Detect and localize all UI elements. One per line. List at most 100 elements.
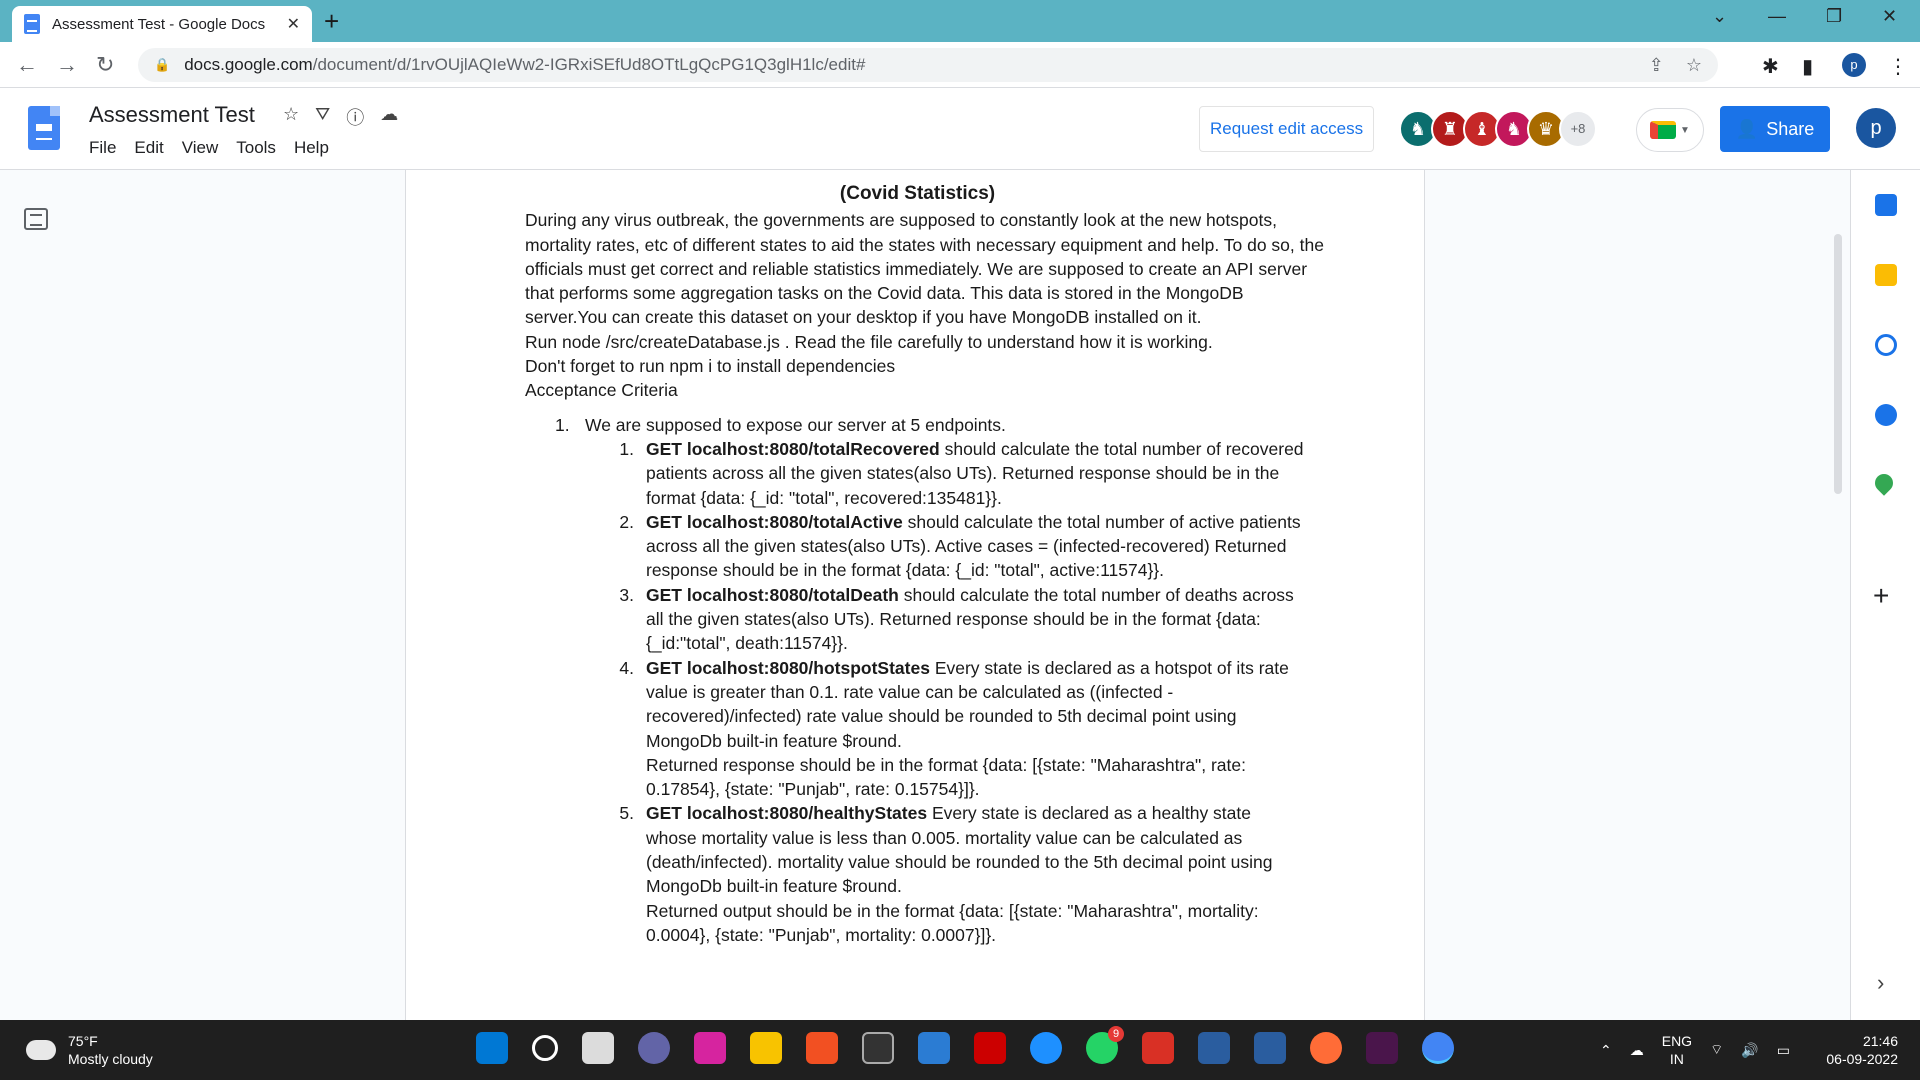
date: 06-09-2022	[1826, 1051, 1898, 1067]
clock[interactable]: 21:46 06-09-2022	[1818, 1032, 1898, 1068]
account-avatar[interactable]: p	[1856, 108, 1896, 148]
document-outline-icon[interactable]	[24, 208, 48, 230]
battery-icon[interactable]: ▭	[1777, 1042, 1790, 1059]
list-number: 4.	[619, 657, 634, 678]
chevron-right-icon[interactable]: ›	[1877, 970, 1884, 996]
tab-search-icon[interactable]: ⌄	[1712, 6, 1727, 27]
extensions-icon[interactable]: ✱	[1762, 54, 1779, 79]
endpoint-route: GET localhost:8080/totalActive	[646, 511, 903, 532]
endpoint-route: GET localhost:8080/totalRecovered	[646, 438, 940, 459]
omnibox[interactable]: 🔒 docs.google.com/document/d/1rvOUjlAQIe…	[138, 48, 1718, 82]
taskbar-apps: 9	[476, 1026, 1454, 1064]
region-code: IN	[1669, 1051, 1684, 1067]
endpoint-description: GET localhost:8080/totalActive should ca…	[646, 510, 1306, 583]
lock-icon[interactable]: 🔒	[154, 57, 170, 73]
star-icon[interactable]: ☆	[283, 104, 299, 130]
chrome-profile-avatar[interactable]: p	[1842, 53, 1866, 77]
document-title[interactable]: Assessment Test	[89, 102, 255, 128]
browser-tab[interactable]: Assessment Test - Google Docs ✕	[12, 6, 312, 42]
tab-close-button[interactable]: ✕	[287, 14, 300, 34]
vscode-alt-icon[interactable]	[1254, 1032, 1286, 1064]
mcafee-icon[interactable]	[974, 1032, 1006, 1064]
reload-icon[interactable]: ↻	[96, 52, 114, 78]
endpoint-route: GET localhost:8080/totalDeath	[646, 584, 899, 605]
close-window-icon[interactable]: ✕	[1882, 6, 1897, 27]
move-to-drive-icon[interactable]: ⛛	[315, 104, 330, 130]
endpoint-item: 1. GET localhost:8080/totalRecovered sho…	[614, 437, 1325, 510]
side-panel: + ›	[1850, 170, 1920, 1020]
endpoint-item: 5. GET localhost:8080/healthyStates Ever…	[614, 801, 1325, 947]
menu-edit[interactable]: Edit	[134, 138, 163, 158]
add-addon-icon[interactable]: +	[1873, 580, 1889, 612]
slack-icon[interactable]	[1366, 1032, 1398, 1064]
meet-button[interactable]: ▼	[1636, 108, 1704, 152]
forward-icon[interactable]: →	[56, 52, 78, 78]
terminal-icon[interactable]	[862, 1032, 894, 1064]
request-edit-access-button[interactable]: Request edit access	[1199, 106, 1375, 152]
back-icon[interactable]: ←	[16, 52, 38, 78]
chevron-up-icon[interactable]: ⌃	[1600, 1042, 1612, 1059]
wifi-icon[interactable]: ⌔	[1710, 1041, 1723, 1059]
keep-icon[interactable]	[1875, 264, 1897, 286]
file-explorer-icon[interactable]	[750, 1032, 782, 1064]
weather-condition: Mostly cloudy	[68, 1051, 153, 1067]
tasks-icon[interactable]	[1875, 334, 1897, 356]
search-icon[interactable]	[532, 1035, 558, 1061]
people-icon: 👤	[1735, 118, 1759, 139]
calendar-icon[interactable]	[1875, 194, 1897, 216]
cloud-saved-icon[interactable]: ☁	[380, 104, 398, 130]
temperature: 75°F	[68, 1033, 98, 1049]
help-icon[interactable]	[1030, 1032, 1062, 1064]
more-collaborators-badge[interactable]: +8	[1559, 110, 1597, 148]
task-view-icon[interactable]	[582, 1032, 614, 1064]
weather-widget[interactable]: 75°F Mostly cloudy	[22, 1032, 153, 1068]
maps-icon[interactable]	[1871, 470, 1897, 496]
share-label: Share	[1766, 118, 1815, 139]
acceptance-criteria-label: Acceptance Criteria	[525, 380, 678, 401]
minimize-icon[interactable]: —	[1768, 6, 1786, 27]
share-button[interactable]: 👤 Share	[1720, 106, 1830, 152]
vertical-scrollbar[interactable]	[1834, 234, 1842, 494]
notepad-icon[interactable]	[918, 1032, 950, 1064]
postman-icon[interactable]	[1310, 1032, 1342, 1064]
start-icon[interactable]	[476, 1032, 508, 1064]
contacts-icon[interactable]	[1875, 404, 1897, 426]
document-page[interactable]: (Covid Statistics) During any virus outb…	[405, 170, 1425, 1020]
new-tab-button[interactable]: +	[324, 8, 339, 34]
teams-icon[interactable]	[638, 1032, 670, 1064]
list-item-text: We are supposed to expose our server at …	[585, 414, 1006, 435]
onedrive-icon[interactable]: ☁	[1630, 1042, 1644, 1059]
store-icon[interactable]	[806, 1032, 838, 1064]
document-details-icon[interactable]: ⓘ	[346, 104, 364, 130]
collaborator-avatars: ♞ ♜ ♝ ♞ ♛ +8	[1399, 110, 1597, 148]
url-text[interactable]: docs.google.com/document/d/1rvOUjlAQIeWw…	[184, 55, 1627, 75]
menu-tools[interactable]: Tools	[236, 138, 276, 158]
language-indicator[interactable]: ENG IN	[1662, 1032, 1692, 1068]
docs-logo-icon[interactable]	[28, 106, 60, 150]
instagram-icon[interactable]	[694, 1032, 726, 1064]
gmail-icon[interactable]	[1142, 1032, 1174, 1064]
volume-icon[interactable]: 🔊	[1741, 1042, 1758, 1059]
endpoint-item: 2. GET localhost:8080/totalActive should…	[614, 510, 1325, 583]
endpoint-item: 4. GET localhost:8080/hotspotStates Ever…	[614, 656, 1325, 802]
menu-file[interactable]: File	[89, 138, 116, 158]
menu-help[interactable]: Help	[294, 138, 329, 158]
endpoint-description: GET localhost:8080/healthyStates Every s…	[646, 801, 1306, 947]
docs-header: Assessment Test ☆ ⛛ ⓘ ☁ File Edit View T…	[0, 88, 1920, 170]
restore-icon[interactable]: ❐	[1826, 6, 1842, 27]
share-page-icon[interactable]: ⇪	[1649, 55, 1664, 76]
vscode-icon[interactable]	[1198, 1032, 1230, 1064]
chrome-icon[interactable]	[1422, 1032, 1454, 1064]
browser-titlebar: Assessment Test - Google Docs ✕ + ⌄ — ❐ …	[0, 0, 1920, 42]
list-item: 1. We are supposed to expose our server …	[555, 413, 1325, 437]
menu-bar: File Edit View Tools Help	[89, 138, 347, 158]
menu-view[interactable]: View	[182, 138, 219, 158]
chrome-menu-icon[interactable]: ⋮	[1888, 54, 1908, 79]
whatsapp-icon[interactable]: 9	[1086, 1026, 1124, 1064]
notification-badge: 9	[1108, 1026, 1124, 1042]
bookmark-star-icon[interactable]: ☆	[1686, 55, 1702, 76]
document-body[interactable]: (Covid Statistics) During any virus outb…	[525, 182, 1325, 947]
chevron-down-icon: ▼	[1680, 124, 1690, 136]
document-heading: (Covid Statistics)	[839, 183, 996, 204]
side-panel-icon[interactable]: ▮	[1802, 54, 1813, 79]
